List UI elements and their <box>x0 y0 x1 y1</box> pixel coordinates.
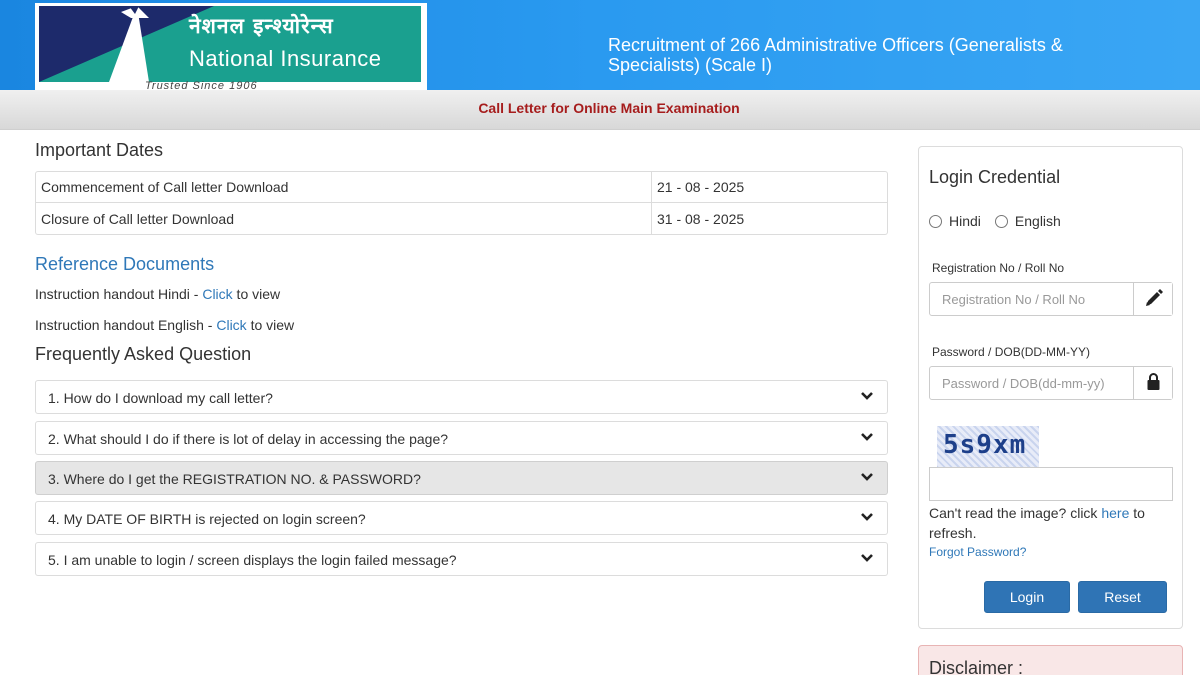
faq-title: Frequently Asked Question <box>35 344 252 364</box>
english-handout-link[interactable]: Click <box>216 317 246 333</box>
password-label: Password / DOB(DD-MM-YY) <box>932 345 1091 359</box>
page-title: Recruitment of 266 Administrative Office… <box>608 35 1063 75</box>
faq-item-5[interactable]: 5. I am unable to login / screen display… <box>35 542 888 576</box>
subheader-title: Call Letter for Online Main Examination <box>478 100 740 116</box>
faq-question: 3. Where do I get the REGISTRATION NO. &… <box>48 471 421 487</box>
login-button[interactable]: Login <box>984 581 1070 613</box>
reset-button[interactable]: Reset <box>1078 581 1167 613</box>
important-dates-title: Important Dates <box>35 140 164 160</box>
registration-label: Registration No / Roll No <box>932 261 1065 275</box>
important-dates-table: Commencement of Call letter Download 21 … <box>35 171 888 235</box>
chevron-down-icon <box>861 392 873 400</box>
english-radio[interactable] <box>994 214 1008 228</box>
reference-suffix: to view <box>246 317 295 333</box>
faq-item-4[interactable]: 4. My DATE OF BIRTH is rejected on login… <box>35 501 888 535</box>
reference-prefix: Instruction handout Hindi - <box>35 286 203 302</box>
date-label: Closure of Call letter Download <box>41 210 234 227</box>
hindi-handout-link[interactable]: Click <box>202 286 232 302</box>
captcha-refresh-text: Can't read the image? click here to refr… <box>929 503 1179 543</box>
hindi-radio-label[interactable]: Hindi <box>949 213 981 229</box>
date-value: 21 - 08 - 2025 <box>651 172 887 203</box>
header-bar: नेशनल इन्श्योरेन्स National Insurance Tr… <box>0 0 1200 92</box>
reference-item-hindi: Instruction handout Hindi - Click to vie… <box>35 286 280 302</box>
faq-question: 2. What should I do if there is lot of d… <box>48 431 449 447</box>
reference-item-english: Instruction handout English - Click to v… <box>35 317 294 333</box>
registration-input[interactable] <box>930 283 1133 315</box>
english-radio-label[interactable]: English <box>1015 213 1061 229</box>
password-input-group <box>929 366 1173 400</box>
login-title: Login Credential <box>929 167 1061 187</box>
chevron-down-icon <box>861 433 873 441</box>
hindi-radio[interactable] <box>929 214 942 228</box>
forgot-password-link[interactable]: Forgot Password? <box>929 545 1026 559</box>
registration-addon <box>1133 283 1172 315</box>
reference-prefix: Instruction handout English - <box>35 317 217 333</box>
chevron-down-icon <box>861 473 873 481</box>
lock-icon <box>1147 373 1160 390</box>
faq-question: 4. My DATE OF BIRTH is rejected on login… <box>48 511 366 527</box>
reference-documents-title: Reference Documents <box>35 254 215 274</box>
captcha-text: 5s9xm <box>943 430 1027 460</box>
date-label: Commencement of Call letter Download <box>36 172 651 203</box>
refresh-prefix: Can't read the image? click <box>929 505 1102 521</box>
captcha-refresh-link[interactable]: here <box>1101 505 1129 521</box>
captcha-image: 5s9xm <box>937 426 1039 468</box>
subheader-bar: Call Letter for Online Main Examination <box>0 90 1200 130</box>
reference-suffix: to view <box>232 286 281 302</box>
logo-hindi-text: नेशनल इन्श्योरेन्स <box>189 14 334 38</box>
chevron-down-icon <box>861 554 873 562</box>
language-selector: Hindi English <box>929 213 1075 229</box>
date-value: 31 - 08 - 2025 <box>651 203 887 234</box>
national-insurance-logo[interactable]: नेशनल इन्श्योरेन्स National Insurance Tr… <box>35 3 427 92</box>
disclaimer-panel: Disclaimer : <box>918 645 1183 675</box>
faq-question: 5. I am unable to login / screen display… <box>48 552 457 568</box>
faq-item-3[interactable]: 3. Where do I get the REGISTRATION NO. &… <box>35 461 888 495</box>
faq-item-2[interactable]: 2. What should I do if there is lot of d… <box>35 421 888 455</box>
password-addon <box>1133 367 1172 399</box>
chevron-down-icon <box>861 513 873 521</box>
table-row: Closure of Call letter Download 31 - 08 … <box>36 203 887 234</box>
disclaimer-title: Disclaimer : <box>929 658 1024 675</box>
login-panel: Login Credential Hindi English Registrat… <box>918 146 1183 629</box>
registration-input-group <box>929 282 1173 316</box>
table-row: Commencement of Call letter Download 21 … <box>36 172 887 203</box>
password-input[interactable] <box>930 367 1133 399</box>
logo-background: नेशनल इन्श्योरेन्स National Insurance <box>39 6 421 82</box>
logo-english-text: National Insurance <box>189 46 382 71</box>
faq-question: 1. How do I download my call letter? <box>48 390 273 406</box>
captcha-input[interactable] <box>929 467 1173 501</box>
faq-item-1[interactable]: 1. How do I download my call letter? <box>35 380 888 414</box>
pencil-icon <box>1146 289 1163 306</box>
